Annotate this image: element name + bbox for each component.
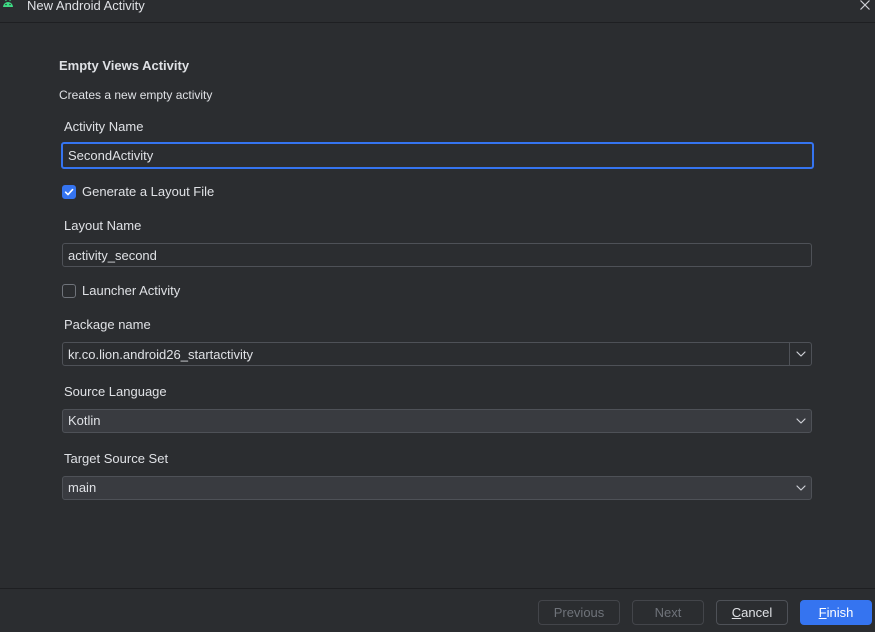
source-language-label: Source Language xyxy=(64,384,167,399)
close-icon[interactable] xyxy=(859,0,871,11)
previous-button-label: Previous xyxy=(553,605,605,620)
generate-layout-file-checkbox[interactable] xyxy=(62,185,76,199)
package-name-input[interactable] xyxy=(63,343,789,365)
layout-name-label: Layout Name xyxy=(64,218,142,233)
cancel-button-label: Cancel xyxy=(731,605,773,620)
android-icon xyxy=(2,0,14,8)
next-button-label: Next xyxy=(654,605,682,620)
finish-button-label: Finish xyxy=(818,605,854,620)
template-description: Creates a new empty activity xyxy=(59,88,213,102)
source-language-value: Kotlin xyxy=(68,413,101,428)
activity-name-label: Activity Name xyxy=(64,119,144,134)
template-name: Empty Views Activity xyxy=(59,58,190,73)
window-title: New Android Activity xyxy=(27,0,145,13)
launcher-activity-checkbox[interactable] xyxy=(62,284,76,298)
checkmark-icon xyxy=(64,188,74,196)
footer-divider xyxy=(0,588,875,589)
chevron-down-icon xyxy=(796,351,806,357)
next-button[interactable]: Next xyxy=(632,600,704,625)
finish-button[interactable]: Finish xyxy=(800,600,872,625)
generate-layout-file-label[interactable]: Generate a Layout File xyxy=(82,184,214,200)
cancel-button[interactable]: Cancel xyxy=(716,600,788,625)
package-name-label: Package name xyxy=(64,317,151,332)
chevron-down-icon xyxy=(796,418,806,424)
launcher-activity-label[interactable]: Launcher Activity xyxy=(82,283,180,299)
chevron-down-icon xyxy=(796,485,806,491)
target-source-set-dropdown-button[interactable] xyxy=(790,477,811,499)
package-name-dropdown-button[interactable] xyxy=(790,343,811,365)
activity-name-input[interactable] xyxy=(61,142,814,169)
target-source-set-label: Target Source Set xyxy=(64,451,169,466)
source-language-select[interactable]: Kotlin xyxy=(62,409,812,433)
target-source-set-select[interactable]: main xyxy=(62,476,812,500)
source-language-dropdown-button[interactable] xyxy=(790,410,811,432)
package-name-combo[interactable] xyxy=(62,342,812,366)
target-source-set-value: main xyxy=(68,480,97,495)
previous-button[interactable]: Previous xyxy=(538,600,620,625)
layout-name-input[interactable] xyxy=(62,243,812,267)
